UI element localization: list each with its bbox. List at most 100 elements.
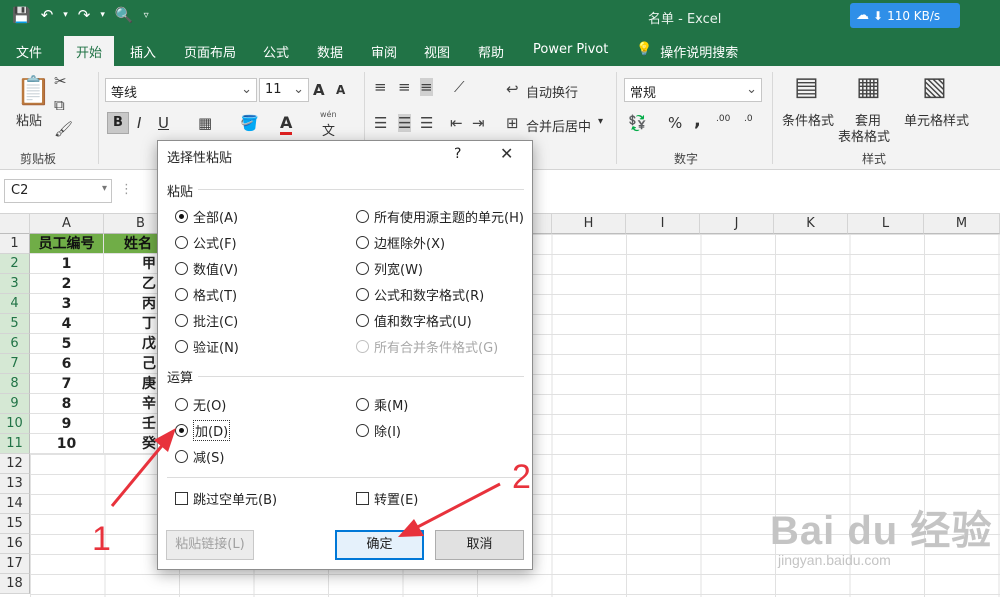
conditional-format-button[interactable]: 条件格式: [782, 110, 834, 129]
tab-formulas[interactable]: 公式: [263, 42, 289, 61]
skip-blanks-checkbox[interactable]: 跳过空单元(B): [175, 489, 277, 508]
operation-divide-radio[interactable]: 除(I): [356, 421, 401, 440]
font-name-combo[interactable]: 等线 ⌄: [105, 78, 257, 102]
row-header[interactable]: 6: [0, 334, 30, 354]
paste-column-widths-radio[interactable]: 列宽(W): [356, 259, 423, 278]
grow-font-button[interactable]: A: [313, 81, 325, 99]
table-cell[interactable]: 3: [30, 294, 104, 314]
tab-file[interactable]: 文件: [16, 42, 42, 61]
table-cell[interactable]: 1: [30, 254, 104, 274]
row-header[interactable]: 18: [0, 574, 30, 594]
row-header[interactable]: 9: [0, 394, 30, 414]
font-size-combo[interactable]: 11 ⌄: [259, 78, 309, 102]
phonetic-button[interactable]: 文: [322, 120, 335, 139]
table-format-icon[interactable]: ▦: [856, 72, 881, 102]
ok-button[interactable]: 确定: [335, 530, 424, 560]
conditional-format-icon[interactable]: ▤: [794, 72, 819, 102]
paste-values-radio[interactable]: 数值(V): [175, 259, 238, 278]
table-cell[interactable]: 9: [30, 414, 104, 434]
fill-color-icon[interactable]: 🪣: [240, 114, 259, 132]
column-header[interactable]: J: [700, 214, 774, 234]
table-cell[interactable]: 7: [30, 374, 104, 394]
format-painter-icon[interactable]: 🖌: [54, 120, 73, 138]
align-top-icon[interactable]: ≡: [374, 78, 387, 96]
close-icon[interactable]: ✕: [500, 144, 513, 163]
cell-styles-button[interactable]: 单元格样式: [904, 110, 969, 129]
paste-icon[interactable]: 📋: [16, 74, 51, 107]
tab-home[interactable]: 开始: [64, 36, 115, 66]
font-color-button[interactable]: A: [280, 113, 293, 135]
row-header[interactable]: 16: [0, 534, 30, 554]
row-header[interactable]: 10: [0, 414, 30, 434]
increase-indent-icon[interactable]: ⇥: [472, 114, 485, 132]
merge-center-button[interactable]: 合并后居中: [526, 116, 591, 135]
table-cell[interactable]: 2: [30, 274, 104, 294]
tab-data[interactable]: 数据: [317, 42, 343, 61]
cancel-button[interactable]: 取消: [435, 530, 524, 560]
row-header[interactable]: 12: [0, 454, 30, 474]
row-header[interactable]: 2: [0, 254, 30, 274]
orientation-icon[interactable]: ⟋: [454, 78, 465, 96]
percent-button[interactable]: %: [668, 114, 682, 132]
cell-a1-header[interactable]: 员工编号: [30, 234, 104, 254]
tell-me-search[interactable]: 💡 操作说明搜索: [636, 42, 738, 61]
table-cell[interactable]: 6: [30, 354, 104, 374]
print-preview-icon[interactable]: 🔍: [115, 6, 134, 24]
tab-page-layout[interactable]: 页面布局: [184, 42, 236, 61]
column-header[interactable]: M: [924, 214, 1000, 234]
table-cell[interactable]: 5: [30, 334, 104, 354]
undo-dropdown-icon[interactable]: ▾: [63, 10, 68, 20]
row-header[interactable]: 17: [0, 554, 30, 574]
redo-icon[interactable]: ↷: [78, 6, 91, 24]
tab-power-pivot[interactable]: Power Pivot: [533, 42, 608, 57]
currency-icon[interactable]: 💱: [628, 114, 647, 132]
paste-link-button[interactable]: 粘贴链接(L): [166, 530, 254, 560]
align-right-icon[interactable]: ☰: [420, 114, 433, 132]
redo-dropdown-icon[interactable]: ▾: [100, 10, 105, 20]
customize-qat-icon[interactable]: ▿: [144, 10, 149, 21]
italic-button[interactable]: I: [137, 114, 141, 132]
number-format-combo[interactable]: 常规 ⌄: [624, 78, 762, 102]
row-header[interactable]: 4: [0, 294, 30, 314]
align-left-icon[interactable]: ☰: [374, 114, 387, 132]
row-header[interactable]: 13: [0, 474, 30, 494]
name-box[interactable]: C2 ▾: [4, 179, 112, 203]
column-header[interactable]: A: [30, 214, 104, 234]
row-header[interactable]: 15: [0, 514, 30, 534]
row-header[interactable]: 14: [0, 494, 30, 514]
operation-subtract-radio[interactable]: 减(S): [175, 447, 224, 466]
tab-review[interactable]: 审阅: [371, 42, 397, 61]
align-middle-icon[interactable]: ≡: [398, 78, 411, 96]
bold-button[interactable]: B: [107, 112, 129, 134]
row-header[interactable]: 11: [0, 434, 30, 454]
row-header[interactable]: 5: [0, 314, 30, 334]
paste-formulas-number-formats-radio[interactable]: 公式和数字格式(R): [356, 285, 484, 304]
operation-multiply-radio[interactable]: 乘(M): [356, 395, 408, 414]
select-all-corner[interactable]: [0, 214, 30, 234]
paste-all-radio[interactable]: 全部(A): [175, 207, 238, 226]
paste-formulas-radio[interactable]: 公式(F): [175, 233, 237, 252]
undo-icon[interactable]: ↶: [41, 6, 54, 24]
row-header[interactable]: 7: [0, 354, 30, 374]
row-header[interactable]: 3: [0, 274, 30, 294]
paste-formats-radio[interactable]: 格式(T): [175, 285, 237, 304]
table-cell[interactable]: 8: [30, 394, 104, 414]
paste-no-borders-radio[interactable]: 边框除外(X): [356, 233, 445, 252]
help-button[interactable]: ?: [454, 146, 461, 162]
chevron-down-icon[interactable]: ▾: [598, 116, 603, 127]
copy-icon[interactable]: ⧉: [54, 96, 65, 114]
operation-none-radio[interactable]: 无(O): [175, 395, 226, 414]
borders-icon[interactable]: ▦: [198, 114, 212, 132]
wrap-text-button[interactable]: 自动换行: [526, 82, 578, 101]
column-header[interactable]: L: [848, 214, 924, 234]
paste-label[interactable]: 粘贴: [16, 110, 42, 129]
shrink-font-button[interactable]: A: [336, 83, 345, 97]
table-cell[interactable]: 10: [30, 434, 104, 454]
tab-view[interactable]: 视图: [424, 42, 450, 61]
paste-validation-radio[interactable]: 验证(N): [175, 337, 239, 356]
paste-comments-radio[interactable]: 批注(C): [175, 311, 238, 330]
transpose-checkbox[interactable]: 转置(E): [356, 489, 418, 508]
decrease-indent-icon[interactable]: ⇤: [450, 114, 463, 132]
paste-values-number-formats-radio[interactable]: 值和数字格式(U): [356, 311, 472, 330]
tab-help[interactable]: 帮助: [478, 42, 504, 61]
